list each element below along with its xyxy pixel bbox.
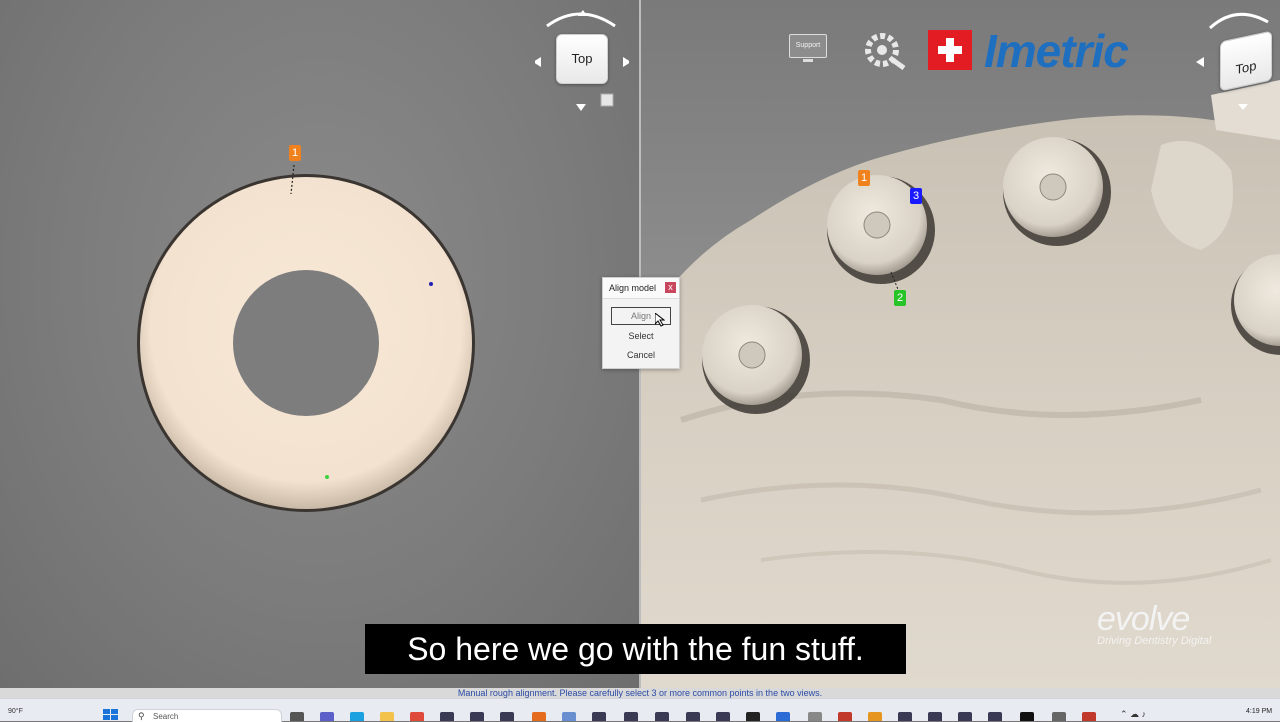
left-nav-cube[interactable]: Top: [556, 34, 608, 84]
video-subtitle: So here we go with the fun stuff.: [365, 624, 906, 674]
system-tray-icons[interactable]: ⌃ ☁ ♪: [1120, 709, 1146, 720]
evolve-watermark: evolve Driving Dentistry Digital: [1097, 600, 1211, 647]
evolve-tagline: Driving Dentistry Digital: [1097, 635, 1212, 647]
marker-3[interactable]: 3: [910, 188, 922, 204]
windows-start-icon[interactable]: [103, 709, 119, 721]
marker-2[interactable]: 2: [894, 290, 906, 306]
cancel-button[interactable]: Cancel: [611, 347, 671, 363]
weather-widget[interactable]: 90°F: [8, 708, 23, 715]
windows-taskbar: 90°F ⚲ Search ⌃ ☁ ♪ 4:19 PM: [0, 698, 1280, 722]
clock[interactable]: 4:19 PM: [1246, 708, 1272, 715]
select-button[interactable]: Select: [611, 328, 671, 344]
taskbar-search-box[interactable]: ⚲ Search: [132, 709, 282, 722]
mouse-cursor-icon: [655, 313, 665, 327]
dialog-close-button[interactable]: x: [665, 282, 676, 293]
swiss-cross-icon: [928, 30, 972, 70]
align-model-dialog: Align model x Align Select Cancel: [602, 277, 680, 369]
dialog-title: Align model x: [603, 278, 679, 299]
support-button[interactable]: Support: [789, 34, 827, 64]
support-label: Support: [789, 34, 827, 58]
marker-1[interactable]: 1: [858, 170, 870, 186]
left-3d-viewport[interactable]: 1 Top: [0, 0, 639, 688]
point-3: [429, 282, 433, 286]
evolve-logo-text: evolve: [1097, 600, 1190, 638]
point-2: [325, 475, 329, 479]
marker-1[interactable]: 1: [289, 145, 301, 161]
dental-scan-scene[interactable]: [641, 0, 1280, 688]
brand-name: Imetric: [984, 25, 1129, 77]
search-icon: ⚲: [138, 711, 145, 721]
status-bar: Manual rough alignment. Please carefully…: [0, 688, 1280, 698]
ring-hole: [233, 270, 379, 416]
settings-tools-icon[interactable]: [862, 30, 908, 70]
right-3d-viewport[interactable]: 1 3 2: [641, 0, 1280, 688]
